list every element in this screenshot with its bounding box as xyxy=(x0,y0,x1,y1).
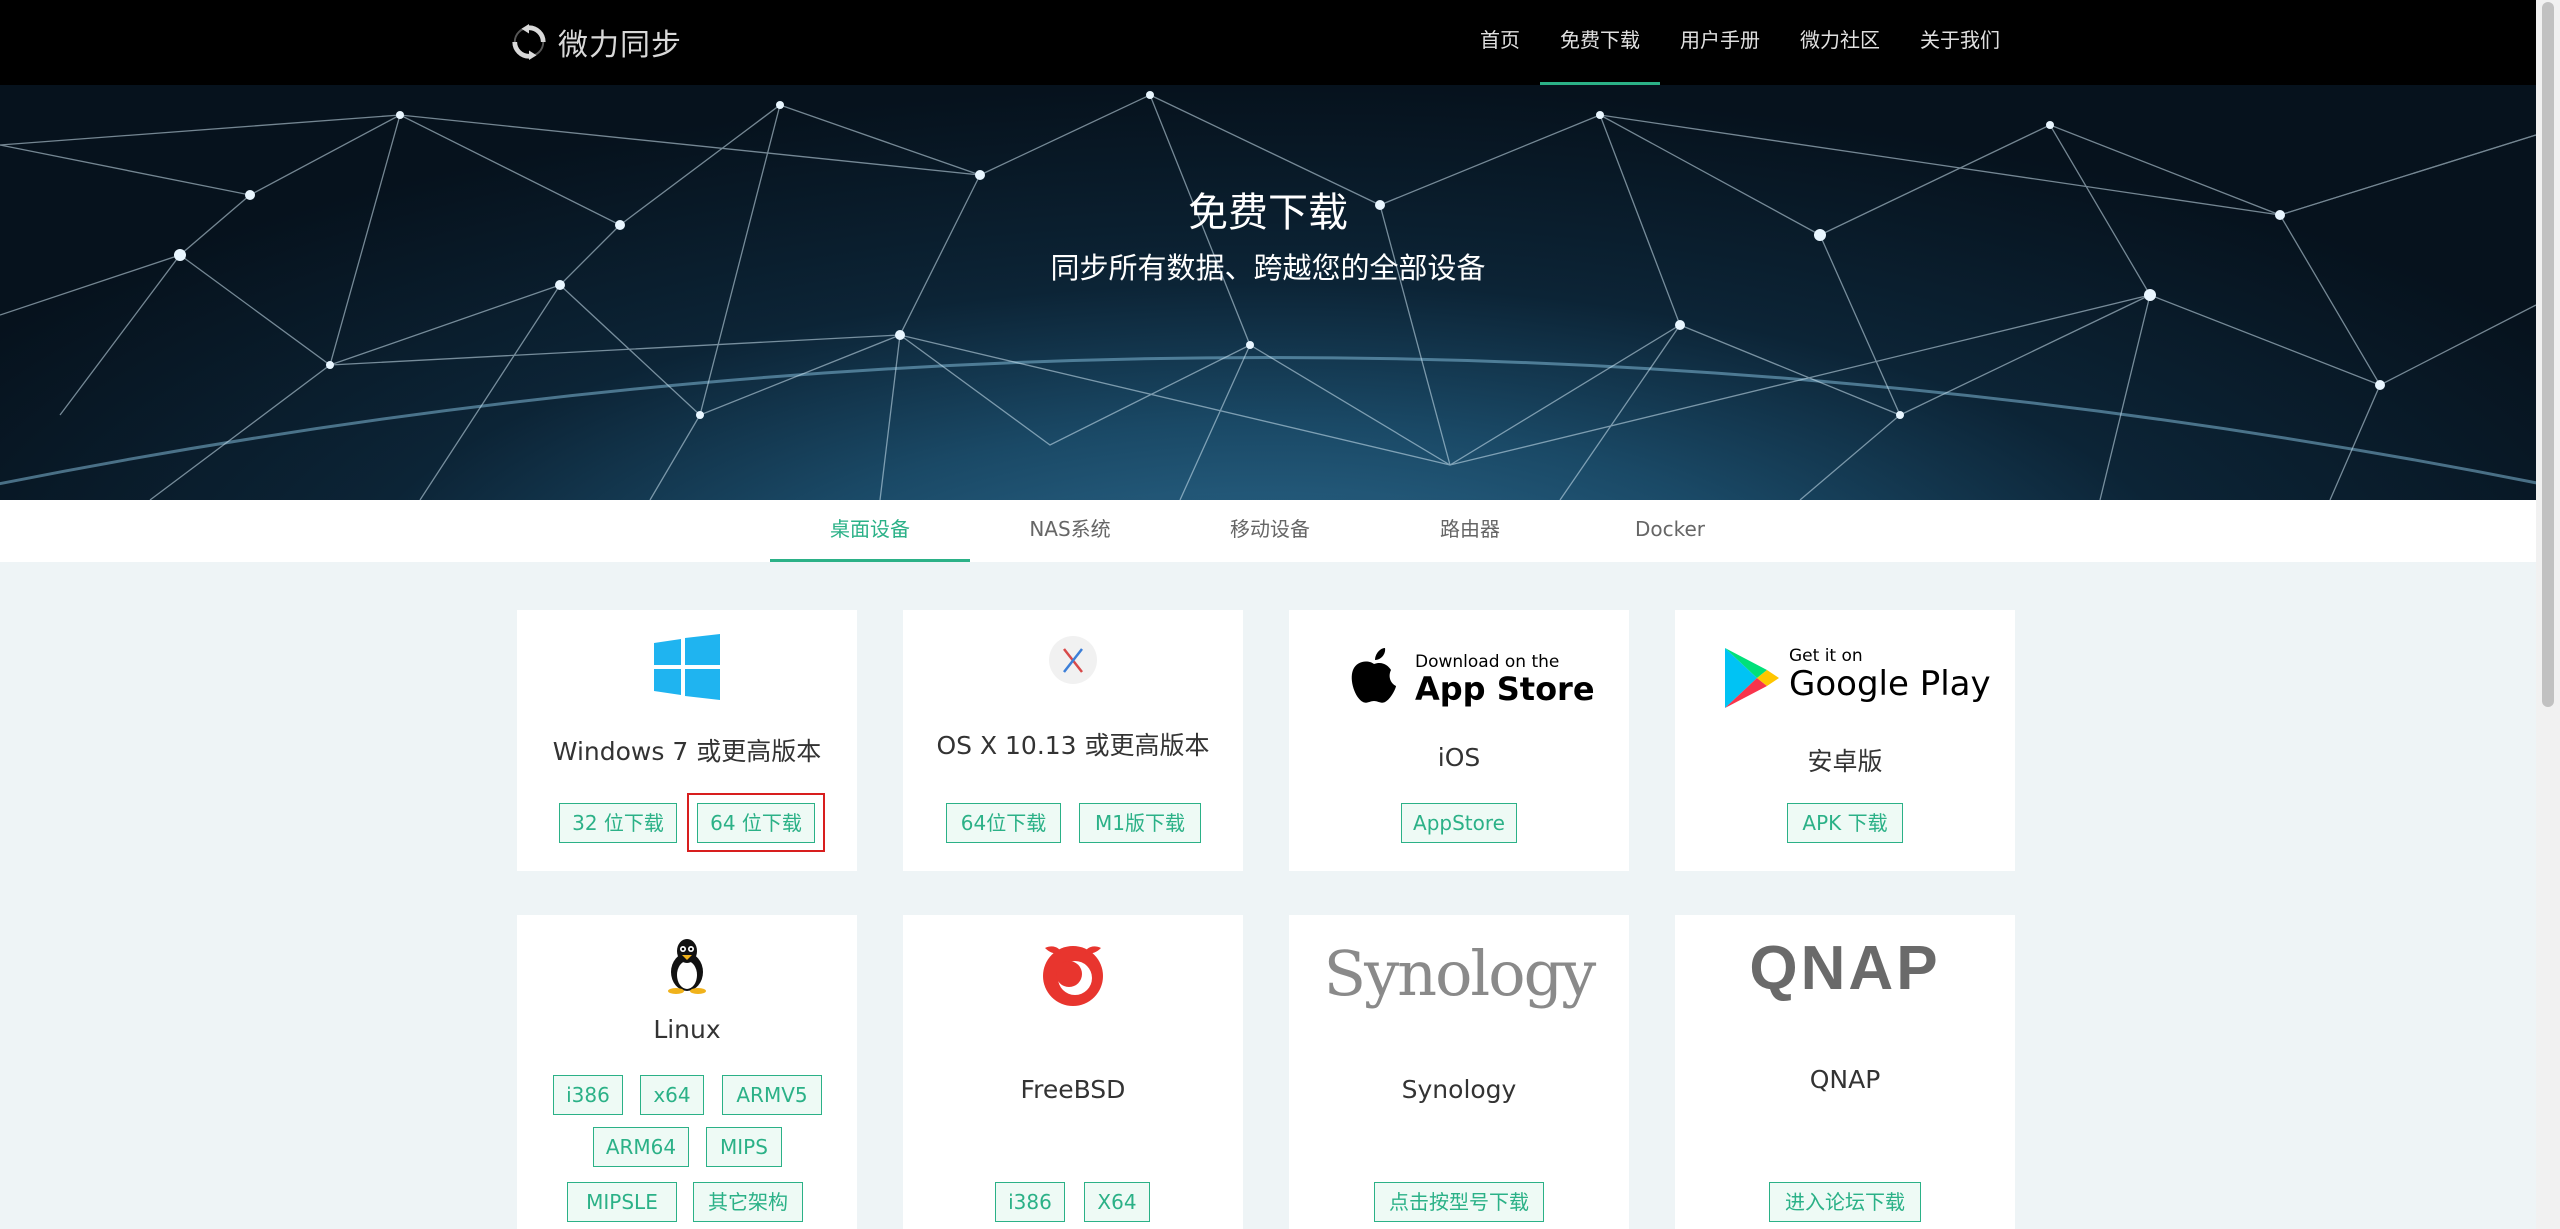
apple-logo-icon xyxy=(1351,648,1396,703)
category-tabs: 桌面设备 NAS系统 移动设备 路由器 Docker xyxy=(0,500,2536,562)
nav-manual[interactable]: 用户手册 xyxy=(1660,0,1780,85)
top-navbar: 微力同步 首页 免费下载 用户手册 微力社区 关于我们 xyxy=(0,0,2536,85)
hero-subtitle: 同步所有数据、跨越您的全部设备 xyxy=(1050,251,1486,285)
scrollbar-thumb[interactable] xyxy=(2542,2,2554,707)
linux-title: Linux xyxy=(653,1015,721,1044)
nav-community[interactable]: 微力社区 xyxy=(1780,0,1900,85)
card-linux: Linux i386 x64 ARMV5 ARM64 MIPS MIPSLE 其… xyxy=(517,915,857,1229)
google-play-logo-icon xyxy=(1725,648,1779,708)
freebsd-i386-button[interactable]: i386 xyxy=(995,1182,1065,1222)
googleplay-badge-small-text: Get it on xyxy=(1789,646,1863,666)
linux-tux-icon xyxy=(668,939,706,994)
macos-x-logo-icon xyxy=(1049,636,1097,684)
sync-logo-icon xyxy=(512,23,546,61)
page-scrollbar[interactable] xyxy=(2536,0,2560,1229)
synology-title: Synology xyxy=(1401,1075,1517,1104)
googleplay-badge-big-text: Google Play xyxy=(1789,664,1991,704)
appstore-badge-big-text: App Store xyxy=(1415,670,1595,708)
tab-desktop[interactable]: 桌面设备 xyxy=(770,500,970,562)
ios-title: iOS xyxy=(1437,743,1481,772)
windows-32bit-download-button[interactable]: 32 位下载 xyxy=(559,803,677,843)
card-macos: OS X 10.13 或更高版本 64位下载 M1版下载 xyxy=(903,610,1243,871)
card-android: Get it on Google Play 安卓版 APK 下载 xyxy=(1675,610,2015,871)
macos-64bit-download-button[interactable]: 64位下载 xyxy=(946,803,1061,843)
windows-64bit-download-button[interactable]: 64 位下载 xyxy=(697,803,815,843)
freebsd-x64-button[interactable]: X64 xyxy=(1084,1182,1150,1222)
brand-logo[interactable]: 微力同步 xyxy=(510,22,682,63)
ios-appstore-button[interactable]: AppStore xyxy=(1401,803,1517,843)
macos-m1-download-button[interactable]: M1版下载 xyxy=(1079,803,1201,843)
windows-title: Windows 7 或更高版本 xyxy=(552,737,822,766)
brand-name: 微力同步 xyxy=(558,28,682,63)
linux-arm64-button[interactable]: ARM64 xyxy=(593,1127,689,1167)
qnap-title: QNAP xyxy=(1809,1065,1881,1094)
nav-about[interactable]: 关于我们 xyxy=(1900,0,2020,85)
nav-home[interactable]: 首页 xyxy=(1460,0,1540,85)
freebsd-logo-icon xyxy=(1043,946,1103,1006)
network-background-image xyxy=(0,91,2536,500)
hero-title: 免费下载 xyxy=(1188,190,1348,236)
card-qnap: QNAP QNAP 进入论坛下载 xyxy=(1675,915,2015,1229)
nav-download[interactable]: 免费下载 xyxy=(1540,0,1660,85)
main-nav: 首页 免费下载 用户手册 微力社区 关于我们 xyxy=(1460,0,2020,85)
macos-title: OS X 10.13 或更高版本 xyxy=(936,731,1210,760)
linux-x64-button[interactable]: x64 xyxy=(640,1075,704,1115)
hero-banner: 免费下载 同步所有数据、跨越您的全部设备 xyxy=(0,85,2536,500)
linux-other-arch-button[interactable]: 其它架构 xyxy=(693,1182,803,1222)
linux-i386-button[interactable]: i386 xyxy=(553,1075,623,1115)
windows-logo-icon xyxy=(654,634,720,700)
tab-router[interactable]: 路由器 xyxy=(1370,500,1570,562)
qnap-forum-download-button[interactable]: 进入论坛下载 xyxy=(1769,1182,1921,1222)
android-apk-download-button[interactable]: APK 下载 xyxy=(1787,803,1903,843)
appstore-badge-small-text: Download on the xyxy=(1415,652,1560,672)
card-windows: Windows 7 或更高版本 32 位下载 64 位下载 xyxy=(517,610,857,871)
synology-model-download-button[interactable]: 点击按型号下载 xyxy=(1374,1182,1544,1222)
synology-logo: Synology xyxy=(1323,937,1597,1010)
tab-docker[interactable]: Docker xyxy=(1570,500,1770,562)
card-synology: Synology Synology 点击按型号下载 xyxy=(1289,915,1629,1229)
linux-armv5-button[interactable]: ARMV5 xyxy=(722,1075,822,1115)
linux-mipsle-button[interactable]: MIPSLE xyxy=(567,1182,677,1222)
card-ios: Download on the App Store iOS AppStore xyxy=(1289,610,1629,871)
tab-nas[interactable]: NAS系统 xyxy=(970,500,1170,562)
freebsd-title: FreeBSD xyxy=(1020,1075,1126,1104)
linux-mips-button[interactable]: MIPS xyxy=(706,1127,782,1167)
tab-mobile[interactable]: 移动设备 xyxy=(1170,500,1370,562)
card-freebsd: FreeBSD i386 X64 xyxy=(903,915,1243,1229)
qnap-logo: QNAP xyxy=(1749,934,1941,1003)
android-title: 安卓版 xyxy=(1807,747,1883,776)
